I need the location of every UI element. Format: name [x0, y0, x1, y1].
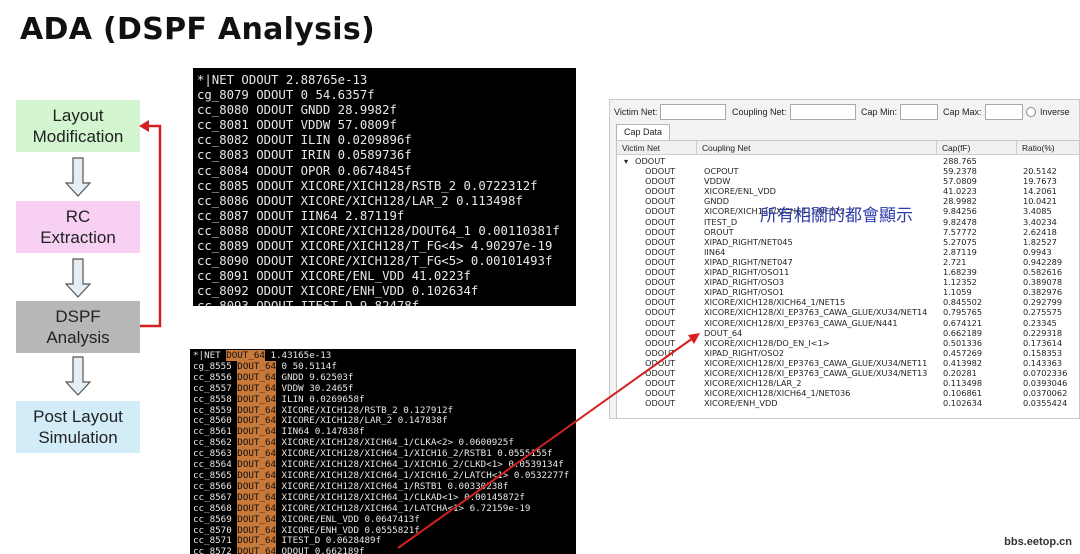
pointer-arrow [397, 337, 694, 549]
feedback-arrow [140, 124, 162, 328]
watermark: bbs.eetop.cn [1004, 536, 1072, 548]
annotation-arrows [139, 120, 700, 549]
feedback-arrowhead-icon [139, 120, 149, 132]
pointer-arrowhead-icon [688, 333, 700, 344]
